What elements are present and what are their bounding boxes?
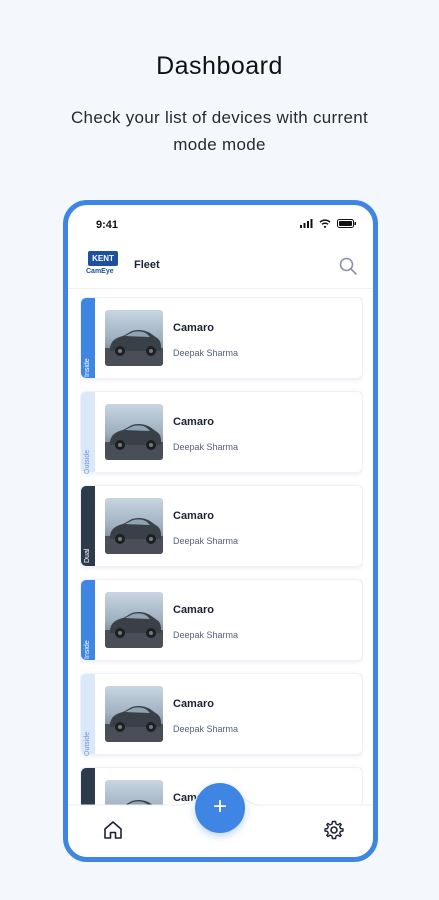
car-thumbnail [105,498,163,554]
plus-icon: + [212,793,227,820]
device-card[interactable]: Dual Camaro [80,485,363,567]
battery-icon [337,219,356,228]
gear-icon [324,820,344,840]
device-name: Camaro [173,510,214,522]
status-bar: 9:41 [68,205,373,241]
bottom-nav: + [68,783,373,857]
car-thumbnail [105,310,163,366]
device-name: Camaro [173,604,214,616]
mode-label: Outside [84,731,91,757]
car-thumbnail [105,592,163,648]
wifi-icon [319,219,331,228]
device-name: Camaro [173,322,214,334]
hero-title: Dashboard [156,52,283,80]
mode-label: Outside [84,449,91,475]
car-image-icon [105,498,163,554]
mode-tab: Dual [81,486,95,566]
device-name: Camaro [173,416,214,428]
status-time: 9:41 [96,219,119,231]
phone-frame: 9:41 KENT CamEye Fleet Inside Camaro Dee… [63,200,378,862]
device-owner: Deepak Sharma [173,630,239,640]
mode-tab: Inside [81,298,95,378]
app-header: KENT CamEye Fleet [68,245,373,289]
settings-button[interactable] [323,819,345,841]
home-icon [104,821,122,839]
device-owner: Deepak Sharma [173,724,239,734]
mode-tab: Outside [81,392,95,474]
mode-tab: Inside [81,580,95,660]
signal-icon [300,219,313,228]
car-image-icon [105,592,163,648]
search-icon [339,257,357,275]
car-image-icon [105,686,163,742]
kent-logo: KENT CamEye [86,251,126,281]
device-list: Inside Camaro Deepak Sharma Outside Cama… [80,297,363,805]
mode-tab: Outside [81,674,95,756]
page-title: Fleet [134,259,160,271]
device-owner: Deepak Sharma [173,348,239,358]
car-image-icon [105,310,163,366]
car-image-icon [105,404,163,460]
device-owner: Deepak Sharma [173,442,239,452]
mode-label: Inside [84,358,91,378]
hero-subtitle: Check your list of devices with current … [70,108,369,154]
car-thumbnail [105,404,163,460]
status-icons [300,219,357,228]
mode-label: Dual [84,548,91,564]
device-owner: Deepak Sharma [173,536,239,546]
device-card[interactable]: Outside Camaro Deepak Sharma [80,391,363,474]
car-thumbnail [105,686,163,742]
device-card[interactable]: Inside Camaro Deepak Sharma [80,297,363,379]
logo-cameye-text: CamEye [86,268,114,275]
device-card[interactable]: Inside Camaro Deepak Sharma [80,579,363,661]
device-name: Camaro [173,698,214,710]
mode-label: Inside [84,640,91,660]
add-device-button[interactable]: + [195,783,245,833]
device-card[interactable]: Outside Camaro Deepak Sharma [80,673,363,756]
home-button[interactable] [102,819,124,841]
logo-kent-text: KENT [88,251,118,266]
search-button[interactable] [337,255,359,277]
